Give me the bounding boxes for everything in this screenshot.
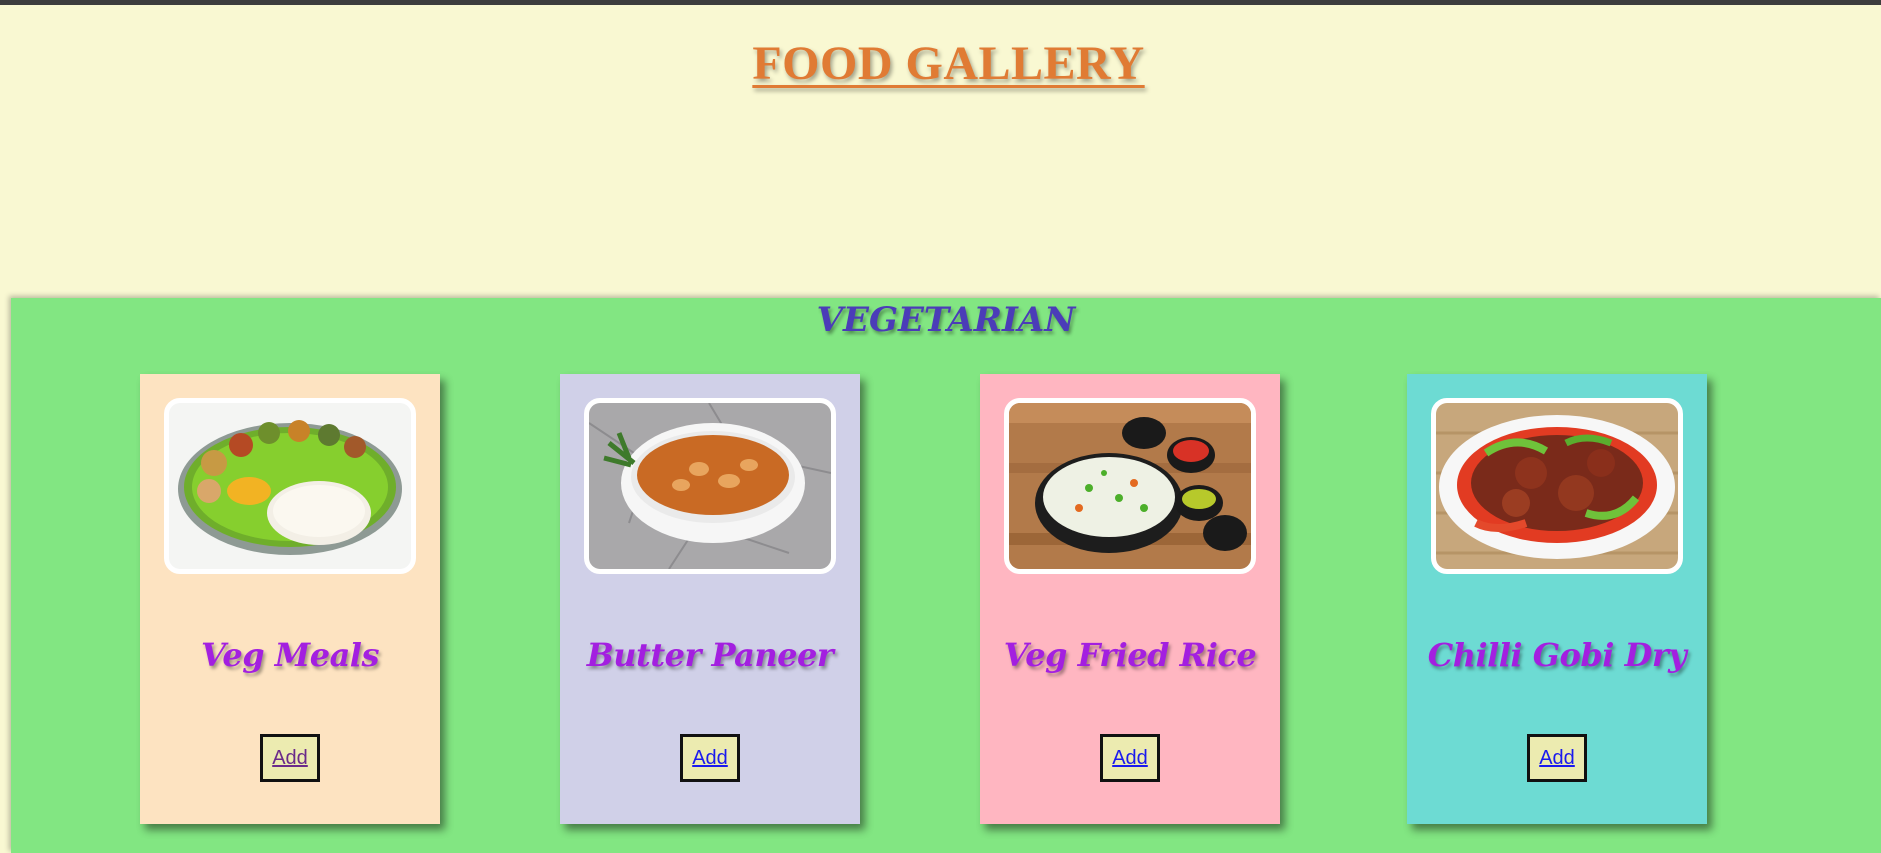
food-card-butter-paneer: Butter Paneer Add — [560, 374, 860, 824]
butter-paneer-image — [584, 398, 836, 574]
veg-fried-rice-image — [1004, 398, 1256, 574]
add-button-butter-paneer[interactable]: Add — [680, 734, 740, 782]
dish-name: Veg Fried Rice — [1003, 636, 1257, 674]
section-title: VEGETARIAN — [816, 300, 1076, 340]
food-card-veg-fried-rice: Veg Fried Rice Add — [980, 374, 1280, 824]
dish-name: Veg Meals — [201, 636, 379, 674]
dish-name: Butter Paneer — [586, 636, 834, 674]
add-button-chilli-gobi-dry[interactable]: Add — [1527, 734, 1587, 782]
food-card-veg-meals: Veg Meals Add — [140, 374, 440, 824]
add-button-veg-meals[interactable]: Add — [260, 734, 320, 782]
top-border-bar — [0, 0, 1881, 5]
chilli-gobi-dry-image — [1431, 398, 1683, 574]
add-button-veg-fried-rice[interactable]: Add — [1100, 734, 1160, 782]
veg-meals-image — [164, 398, 416, 574]
page-title: FOOD GALLERY — [752, 37, 1145, 90]
vegetarian-section: VEGETARIAN Veg Meals Add Butter Paneer A… — [11, 298, 1881, 853]
dish-name: Chilli Gobi Dry — [1427, 636, 1687, 674]
food-card-chilli-gobi-dry: Chilli Gobi Dry Add — [1407, 374, 1707, 824]
